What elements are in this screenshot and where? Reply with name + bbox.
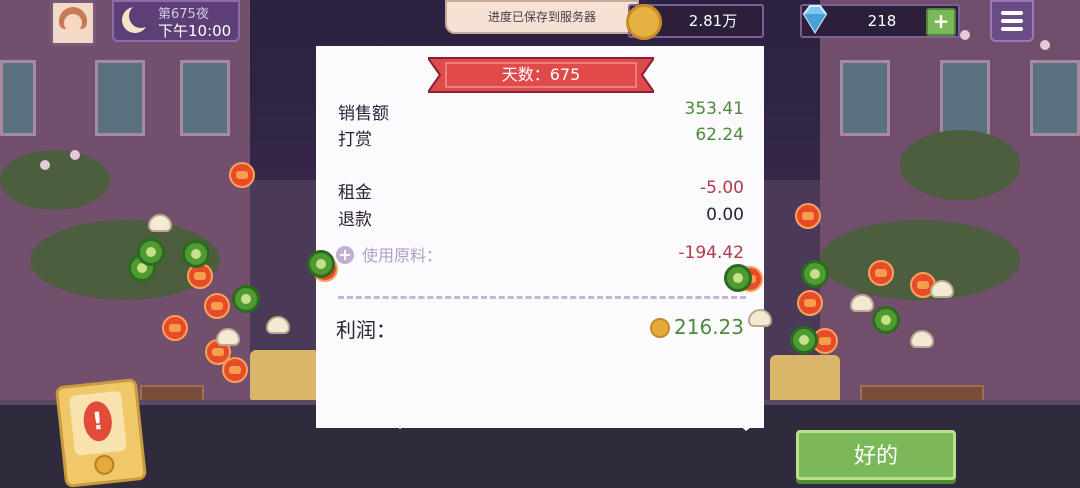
- window: [1030, 60, 1080, 136]
- flower: [1040, 40, 1050, 50]
- window: [180, 60, 230, 136]
- time-label: 下午10:00: [158, 22, 232, 40]
- mushroom-slice: [216, 328, 240, 346]
- menu-button[interactable]: [990, 0, 1034, 42]
- menu-icon: [1001, 27, 1023, 31]
- flower: [960, 30, 970, 40]
- ingredients-label[interactable]: 使用原料：: [362, 242, 442, 266]
- pepper-slice: [137, 238, 165, 266]
- coin-value: 2.81万: [688, 12, 738, 30]
- window: [95, 60, 145, 136]
- pepper-slice: [307, 250, 335, 278]
- tips-value: 62.24: [695, 125, 744, 145]
- cafe-table: [250, 350, 320, 400]
- tomato-slice: [797, 290, 823, 316]
- add-gems-button[interactable]: +: [926, 8, 956, 36]
- tips-label: 打赏: [338, 130, 372, 150]
- menu-icon: [1001, 11, 1023, 15]
- pepper-slice: [182, 240, 210, 268]
- bush: [900, 130, 1020, 200]
- ok-button[interactable]: 好的: [796, 430, 956, 480]
- menu-icon: [1001, 19, 1023, 23]
- mushroom-slice: [930, 280, 954, 298]
- profit-value: 216.23: [674, 315, 744, 339]
- cafe-table: [770, 355, 840, 405]
- pepper-slice: [872, 306, 900, 334]
- pepper-slice: [801, 260, 829, 288]
- tomato-slice: [868, 260, 894, 286]
- mushroom-slice: [148, 214, 172, 232]
- sales-label: 销售额: [338, 104, 389, 124]
- day-banner-text: 天数：675: [501, 65, 581, 84]
- sales-value: 353.41: [684, 99, 744, 119]
- refund-value: 0.00: [706, 205, 744, 225]
- window: [840, 60, 890, 136]
- coin-icon: [626, 4, 662, 40]
- diamond-icon: [802, 5, 828, 34]
- alert-card-button[interactable]: !: [54, 377, 148, 488]
- window: [0, 60, 36, 136]
- alert-icon: !: [81, 399, 114, 443]
- day-time-panel: 第675夜 下午10:00: [112, 0, 240, 42]
- pepper-slice: [790, 326, 818, 354]
- ingredients-value: -194.42: [678, 243, 744, 263]
- pepper-slice: [232, 285, 260, 313]
- receipt-torn-edge: [316, 405, 764, 431]
- tomato-slice: [795, 203, 821, 229]
- alert-card-face: !: [68, 390, 127, 456]
- rent-value: -5.00: [700, 178, 744, 198]
- mushroom-slice: [748, 309, 772, 327]
- mushroom-slice: [850, 294, 874, 312]
- tomato-slice: [222, 357, 248, 383]
- window: [940, 60, 990, 136]
- avatar-face: [64, 14, 82, 32]
- refund-label: 退款: [338, 210, 372, 230]
- coin-icon: [93, 453, 116, 476]
- profit-label: 利润：: [336, 318, 396, 342]
- coin-counter: 2.81万: [626, 4, 764, 40]
- tomato-slice: [162, 315, 188, 341]
- player-avatar[interactable]: [50, 0, 96, 46]
- gem-value: 218: [867, 12, 897, 30]
- flower: [40, 160, 50, 170]
- pepper-slice: [724, 264, 752, 292]
- moon-icon: [122, 4, 153, 33]
- right-building: [820, 0, 1080, 410]
- gem-counter: 218 +: [800, 4, 960, 38]
- mushroom-slice: [266, 316, 290, 334]
- coin-icon: [650, 318, 670, 338]
- tomato-slice: [229, 162, 255, 188]
- save-toast: 进度已保存到服务器: [445, 0, 639, 34]
- flower: [70, 150, 80, 160]
- tomato-slice: [204, 293, 230, 319]
- bush: [0, 150, 110, 210]
- receipt-divider: [338, 296, 746, 299]
- mushroom-slice: [910, 330, 934, 348]
- plus-circle-icon[interactable]: +: [336, 246, 354, 264]
- rent-label: 租金: [338, 183, 372, 203]
